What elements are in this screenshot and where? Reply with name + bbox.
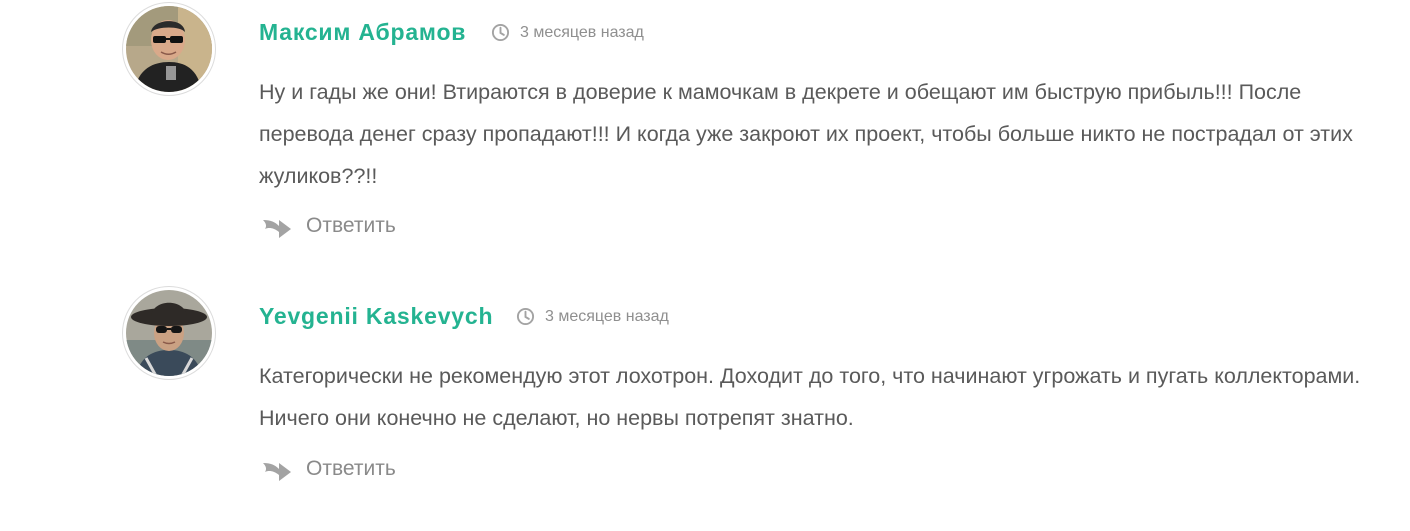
avatar-photo-icon bbox=[126, 290, 212, 376]
reply-button[interactable]: Ответить bbox=[261, 213, 396, 239]
avatar-photo-icon bbox=[126, 6, 212, 92]
clock-icon bbox=[516, 307, 535, 326]
reply-arrow-icon bbox=[263, 463, 291, 481]
comment-time-text: 3 месяцев назад bbox=[520, 23, 644, 41]
comment-item: Максим Абрамов 3 месяцев назад Ну и гады… bbox=[0, 0, 1410, 270]
comment-date: 3 месяцев назад bbox=[516, 307, 669, 326]
reply-label: Ответить bbox=[306, 457, 396, 480]
reply-arrow-icon bbox=[263, 220, 291, 238]
comment-text: Категорически не рекомендую этот лохотро… bbox=[259, 364, 1361, 430]
clock-icon bbox=[491, 23, 510, 42]
comment-date: 3 месяцев назад bbox=[491, 23, 644, 42]
author-name[interactable]: Yevgenii Kaskevych bbox=[259, 303, 493, 330]
author-name[interactable]: Максим Абрамов bbox=[259, 19, 466, 46]
author-avatar[interactable] bbox=[122, 2, 216, 96]
reply-button[interactable]: Ответить bbox=[261, 456, 396, 482]
reply-label: Ответить bbox=[306, 214, 396, 237]
author-avatar[interactable] bbox=[122, 286, 216, 380]
comment-text: Ну и гады же они! Втираются в доверие к … bbox=[259, 80, 1353, 188]
comment-time-text: 3 месяцев назад bbox=[545, 307, 669, 325]
comment-item: Yevgenii Kaskevych 3 месяцев назад Катег… bbox=[0, 284, 1410, 531]
